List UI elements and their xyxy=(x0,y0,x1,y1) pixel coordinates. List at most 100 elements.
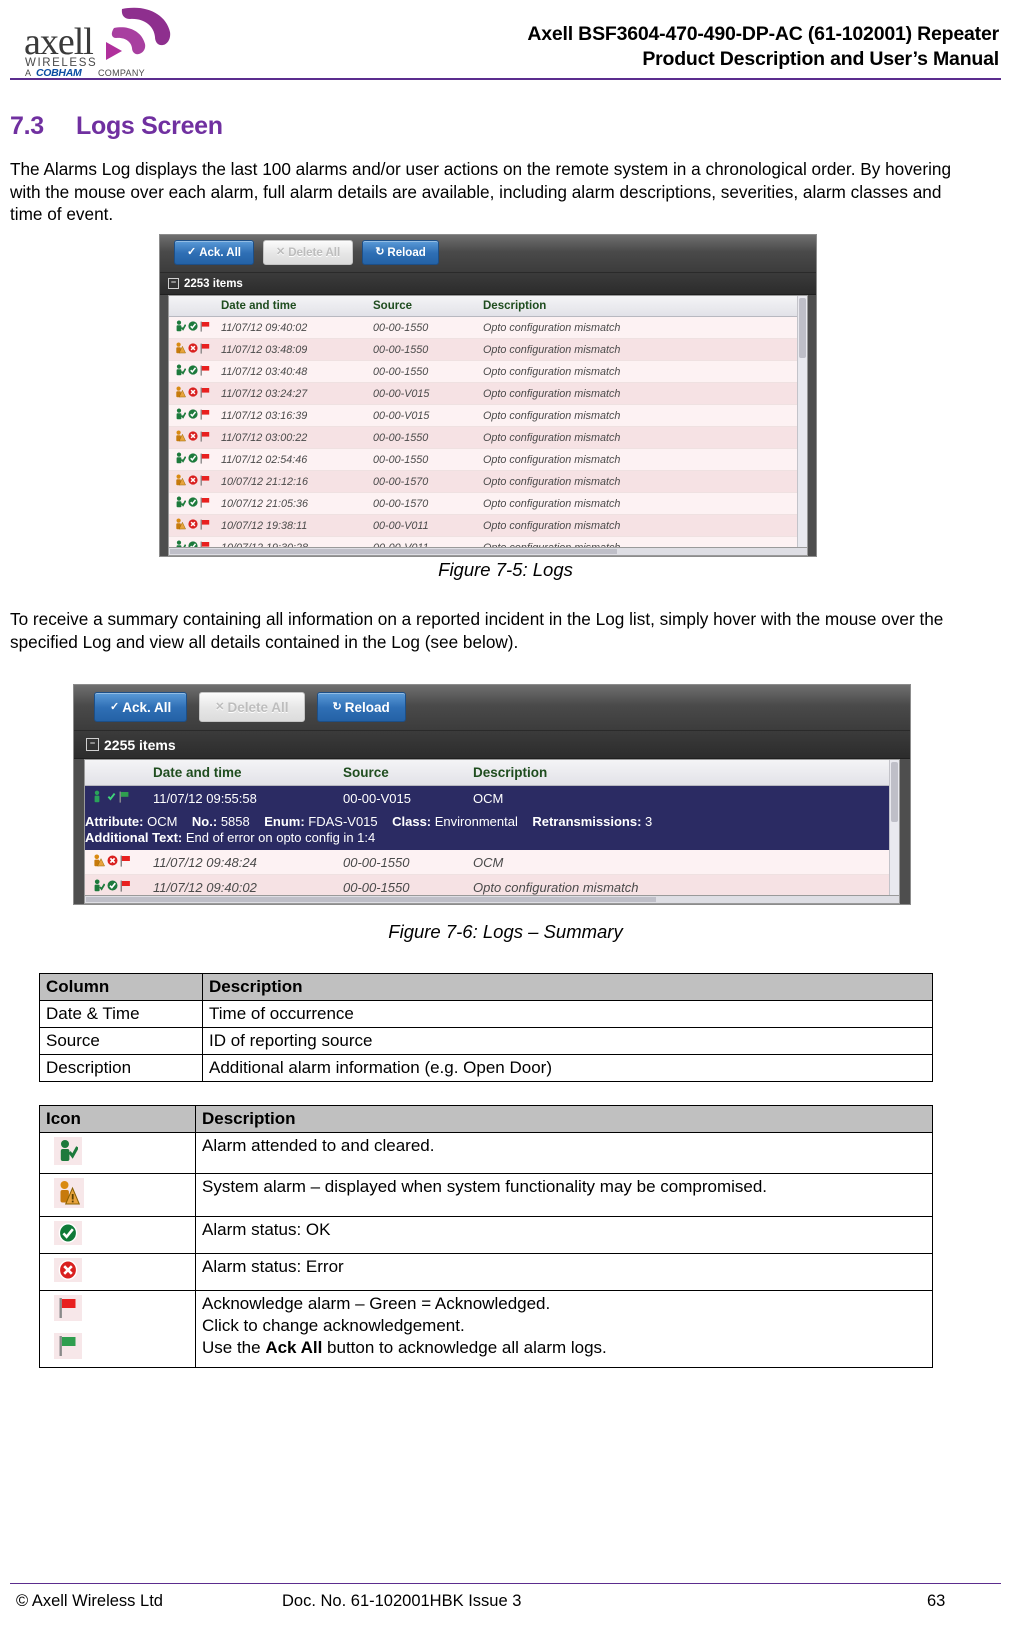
table-row-selected[interactable]: 11/07/12 09:55:58 00-00-V015 OCM xyxy=(85,785,899,811)
flag-red-icon[interactable] xyxy=(200,321,210,332)
table-row[interactable]: 10/07/12 21:05:36 00-00-1570 Opto config… xyxy=(169,492,807,515)
logs-summary-screenshot: ✓ Ack. All ✕ Delete All ↻ Reload − 2255 … xyxy=(73,684,911,905)
flag-red-icon[interactable] xyxy=(120,880,131,892)
person-check-green-icon[interactable] xyxy=(175,408,186,420)
status-error-red-icon[interactable] xyxy=(188,519,198,529)
flag-red-icon[interactable] xyxy=(200,497,210,508)
row-icons[interactable] xyxy=(169,382,221,405)
table-row[interactable]: 11/07/12 09:48:24 00-00-1550 OCM xyxy=(85,850,899,875)
col-source[interactable]: Source xyxy=(343,760,473,786)
flag-red-icon[interactable] xyxy=(120,855,131,867)
status-error-red-icon[interactable] xyxy=(188,475,198,485)
col-source[interactable]: Source xyxy=(373,296,483,317)
reload-button[interactable]: ↻ Reload xyxy=(316,692,406,722)
row-icons[interactable] xyxy=(169,338,221,361)
status-error-red-icon[interactable] xyxy=(188,431,198,441)
person-check-green-icon[interactable] xyxy=(175,496,186,508)
scrollbar-thumb[interactable] xyxy=(170,549,617,554)
flag-red-icon[interactable] xyxy=(200,519,210,530)
status-ok-green-icon[interactable] xyxy=(106,791,117,802)
status-ok-green-icon[interactable] xyxy=(188,321,198,331)
col-description[interactable]: Description xyxy=(473,760,899,786)
status-ok-green-icon[interactable] xyxy=(188,365,198,375)
delete-all-button[interactable]: ✕ Delete All xyxy=(262,240,354,265)
vertical-scrollbar[interactable] xyxy=(797,296,807,554)
row-icons[interactable] xyxy=(169,448,221,471)
flag-red-icon[interactable] xyxy=(200,453,210,464)
person-warning-orange-icon[interactable] xyxy=(93,854,105,867)
icon-chip xyxy=(54,1178,84,1208)
status-ok-green-icon[interactable] xyxy=(188,453,198,463)
person-check-green-icon[interactable] xyxy=(93,790,104,803)
row-source: 00-00-1550 xyxy=(373,360,483,383)
person-check-green-icon[interactable] xyxy=(175,364,186,376)
items-count-bar[interactable]: − 2253 items xyxy=(160,273,816,295)
flag-red-icon[interactable] xyxy=(200,475,210,486)
horizontal-scrollbar[interactable] xyxy=(84,895,900,904)
table-row[interactable]: 10/07/12 19:38:11 00-00-V011 Opto config… xyxy=(169,514,807,537)
table-row[interactable]: 11/07/12 03:48:09 00-00-1550 Opto config… xyxy=(169,338,807,361)
row-icons[interactable] xyxy=(169,470,221,493)
section-title: Logs Screen xyxy=(76,112,223,140)
status-ok-green-icon[interactable] xyxy=(107,880,118,891)
reload-button[interactable]: ↻ Reload xyxy=(362,240,439,265)
scrollbar-thumb[interactable] xyxy=(799,298,806,358)
ack-line-3-pre: Use the xyxy=(202,1338,266,1357)
flag-red-icon[interactable] xyxy=(200,387,210,398)
row-date: 11/07/12 03:40:48 xyxy=(221,360,373,383)
status-error-red-icon[interactable] xyxy=(188,387,198,397)
ack-all-button[interactable]: ✓ Ack. All xyxy=(174,240,254,265)
table-row[interactable]: 11/07/12 03:40:48 00-00-1550 Opto config… xyxy=(169,360,807,383)
collapse-icon[interactable]: − xyxy=(168,278,179,289)
cell-column-description: ID of reporting source xyxy=(202,1027,933,1055)
person-warning-orange-icon[interactable] xyxy=(175,474,186,486)
ack-all-button[interactable]: ✓ Ack. All xyxy=(94,692,188,722)
reload-label: Reload xyxy=(387,246,426,259)
row-icons[interactable] xyxy=(85,850,153,875)
table-row[interactable]: 11/07/12 02:54:46 00-00-1550 Opto config… xyxy=(169,448,807,471)
person-warning-orange-icon[interactable] xyxy=(175,518,186,530)
collapse-icon[interactable]: − xyxy=(86,738,99,751)
items-count-bar[interactable]: − 2255 items xyxy=(74,731,910,759)
delete-all-label: Delete All xyxy=(227,699,289,715)
flag-red-icon[interactable] xyxy=(200,343,210,354)
table-row[interactable]: 11/07/12 03:16:39 00-00-V015 Opto config… xyxy=(169,404,807,427)
table-row[interactable]: 11/07/12 03:24:27 00-00-V015 Opto config… xyxy=(169,382,807,405)
status-ok-green-icon[interactable] xyxy=(188,409,198,419)
person-warning-orange-icon[interactable] xyxy=(175,430,186,442)
row-icons[interactable] xyxy=(169,492,221,515)
flag-red-icon[interactable] xyxy=(200,365,210,376)
person-check-green-icon[interactable] xyxy=(175,320,186,332)
row-icons[interactable] xyxy=(169,404,221,427)
person-warning-orange-icon[interactable] xyxy=(175,386,186,398)
status-ok-green-icon[interactable] xyxy=(188,497,198,507)
row-icons[interactable] xyxy=(169,316,221,339)
person-check-green-icon[interactable] xyxy=(93,879,105,892)
horizontal-scrollbar[interactable] xyxy=(168,547,808,556)
table-row[interactable]: 11/07/12 09:40:02 00-00-1550 Opto config… xyxy=(169,316,807,339)
col-date-and-time[interactable]: Date and time xyxy=(153,760,343,786)
row-date: 11/07/12 03:24:27 xyxy=(221,382,373,405)
flag-red-icon[interactable] xyxy=(200,431,210,442)
row-icons[interactable] xyxy=(169,426,221,449)
flag-red-icon[interactable] xyxy=(200,409,210,420)
delete-all-button[interactable]: ✕ Delete All xyxy=(199,692,305,722)
row-date: 11/07/12 09:40:02 xyxy=(221,316,373,339)
person-check-green-icon[interactable] xyxy=(175,452,186,464)
status-error-red-icon[interactable] xyxy=(188,343,198,353)
table-row[interactable]: 10/07/12 21:12:16 00-00-1570 Opto config… xyxy=(169,470,807,493)
logs-toolbar: ✓ Ack. All ✕ Delete All ↻ Reload xyxy=(160,235,816,273)
col-date-and-time[interactable]: Date and time xyxy=(221,296,373,317)
row-icons[interactable] xyxy=(169,360,221,383)
cell-column-name: Source xyxy=(39,1027,203,1055)
vertical-scrollbar[interactable] xyxy=(889,760,899,898)
person-warning-orange-icon[interactable] xyxy=(175,342,186,354)
scrollbar-thumb[interactable] xyxy=(891,762,898,822)
scrollbar-thumb[interactable] xyxy=(86,897,656,902)
col-description[interactable]: Description xyxy=(483,296,807,317)
row-icons[interactable] xyxy=(169,514,221,537)
status-error-red-icon[interactable] xyxy=(107,855,118,866)
table-row[interactable]: 11/07/12 03:00:22 00-00-1550 Opto config… xyxy=(169,426,807,449)
row-icons[interactable] xyxy=(85,786,153,811)
flag-green-icon[interactable] xyxy=(119,791,130,803)
